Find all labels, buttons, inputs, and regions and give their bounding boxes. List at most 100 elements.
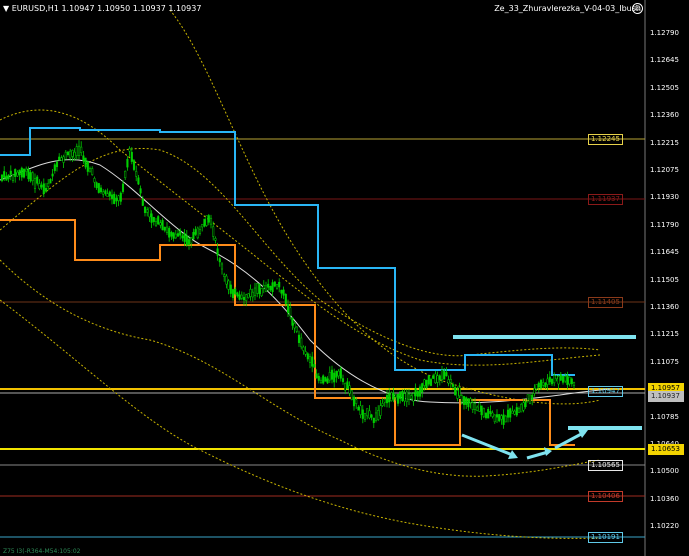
candle-body[interactable]	[242, 297, 246, 301]
candle-body[interactable]	[229, 284, 232, 294]
candle-body[interactable]	[124, 170, 127, 178]
candle-body[interactable]	[77, 145, 81, 156]
candle-body[interactable]	[385, 395, 389, 404]
candle-body[interactable]	[531, 394, 534, 400]
candle-body[interactable]	[117, 195, 120, 201]
candle-body[interactable]	[174, 233, 177, 239]
candle-body[interactable]	[506, 409, 510, 418]
candle-body[interactable]	[82, 155, 85, 162]
candle-body[interactable]	[126, 158, 129, 168]
candle-body[interactable]	[451, 384, 455, 387]
candle-body[interactable]	[487, 408, 490, 419]
candle-body[interactable]	[491, 412, 494, 417]
candle-body[interactable]	[40, 184, 43, 188]
candle-body[interactable]	[14, 169, 17, 177]
candle-body[interactable]	[390, 392, 393, 402]
candle-body[interactable]	[432, 375, 435, 379]
candle-body[interactable]	[372, 417, 375, 423]
chart-window[interactable]: ▼ EURUSD,H1 1.10947 1.10950 1.10937 1.10…	[0, 0, 689, 556]
candle-body[interactable]	[185, 235, 188, 246]
candle-body[interactable]	[36, 176, 39, 184]
candle-body[interactable]	[190, 237, 193, 244]
candle-body[interactable]	[293, 323, 296, 329]
candle-body[interactable]	[18, 169, 21, 176]
candle-body[interactable]	[55, 161, 59, 168]
candle-body[interactable]	[447, 379, 450, 384]
level-label[interactable]: 1.12245	[588, 134, 623, 145]
candle-body[interactable]	[148, 207, 151, 218]
candle-body[interactable]	[509, 408, 512, 418]
candle-body[interactable]	[473, 403, 477, 410]
candle-body[interactable]	[302, 346, 305, 351]
candle-body[interactable]	[568, 376, 571, 385]
candle-body[interactable]	[273, 281, 276, 287]
candle-body[interactable]	[187, 239, 191, 245]
candle-body[interactable]	[115, 197, 118, 202]
candle-body[interactable]	[91, 168, 94, 175]
candle-body[interactable]	[317, 375, 320, 381]
candle-body[interactable]	[159, 222, 162, 226]
candle-body[interactable]	[566, 375, 569, 386]
candle-body[interactable]	[256, 283, 259, 294]
candle-body[interactable]	[49, 179, 52, 184]
candle-body[interactable]	[355, 399, 358, 404]
candle-body[interactable]	[225, 275, 228, 285]
level-label[interactable]: 1.11405	[588, 297, 623, 308]
candle-body[interactable]	[555, 375, 558, 380]
candle-body[interactable]	[64, 151, 67, 160]
candle-body[interactable]	[121, 183, 125, 192]
candle-body[interactable]	[275, 283, 279, 289]
candle-body[interactable]	[326, 378, 329, 384]
candle-body[interactable]	[223, 274, 226, 277]
candle-body[interactable]	[253, 287, 257, 297]
candle-body[interactable]	[306, 353, 309, 360]
candle-body[interactable]	[163, 226, 166, 231]
candle-body[interactable]	[209, 217, 213, 225]
candle-body[interactable]	[93, 178, 96, 183]
dropdown-icon[interactable]: ▼	[3, 4, 9, 13]
candle-body[interactable]	[471, 402, 474, 410]
candle-body[interactable]	[421, 383, 424, 393]
candle-body[interactable]	[152, 217, 155, 222]
candle-body[interactable]	[528, 394, 532, 405]
candle-body[interactable]	[231, 289, 235, 299]
candle-body[interactable]	[66, 151, 70, 155]
candle-body[interactable]	[328, 372, 331, 381]
candle-body[interactable]	[476, 406, 479, 411]
candle-body[interactable]	[84, 157, 87, 168]
candle-body[interactable]	[38, 183, 41, 189]
candle-body[interactable]	[198, 229, 202, 234]
candle-body[interactable]	[469, 398, 472, 403]
candle-body[interactable]	[278, 281, 281, 288]
smiley-icon[interactable]: ☺	[632, 3, 643, 14]
candle-body[interactable]	[352, 396, 356, 407]
candle-body[interactable]	[542, 382, 545, 386]
level-label[interactable]: 1.10406	[588, 491, 623, 502]
candle-body[interactable]	[110, 194, 114, 199]
candle-body[interactable]	[416, 391, 419, 397]
candle-body[interactable]	[429, 379, 433, 386]
candle-body[interactable]	[535, 384, 538, 390]
candle-body[interactable]	[25, 168, 28, 172]
candle-body[interactable]	[86, 161, 89, 172]
candle-body[interactable]	[194, 229, 197, 235]
candle-body[interactable]	[146, 209, 149, 213]
candle-body[interactable]	[480, 405, 483, 416]
candle-body[interactable]	[108, 191, 111, 197]
candle-body[interactable]	[51, 173, 54, 177]
candle-body[interactable]	[311, 356, 314, 367]
level-label[interactable]: 1.10565	[588, 460, 623, 471]
candle-body[interactable]	[570, 378, 573, 385]
candle-body[interactable]	[313, 364, 316, 368]
candle-body[interactable]	[436, 375, 439, 383]
candle-body[interactable]	[88, 168, 92, 173]
candle-body[interactable]	[454, 387, 457, 396]
candle-body[interactable]	[484, 412, 488, 419]
candle-body[interactable]	[280, 289, 283, 294]
candle-body[interactable]	[427, 375, 430, 385]
candle-body[interactable]	[308, 356, 312, 363]
candle-body[interactable]	[517, 407, 521, 413]
candle-body[interactable]	[467, 398, 470, 408]
candle-body[interactable]	[205, 215, 208, 226]
candle-body[interactable]	[396, 393, 400, 404]
